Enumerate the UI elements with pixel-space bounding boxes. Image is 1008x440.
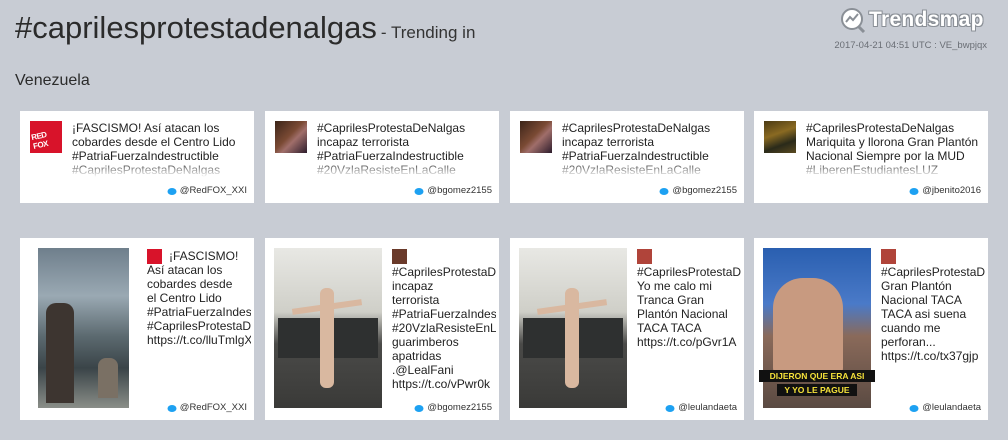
avatar (520, 121, 552, 153)
tweet-photo[interactable] (274, 248, 382, 408)
banner-line-1: DIJERON QUE ERA ASI (759, 370, 875, 382)
tweet-author[interactable]: @leulandaeta (909, 402, 981, 413)
twitter-bird-icon (909, 187, 919, 195)
author-handle: @leulandaeta (922, 402, 981, 413)
title-suffix: - Trending in (380, 23, 476, 42)
tweet-text: ¡FASCISMO! Así atacan los cobardes desde… (147, 249, 251, 347)
tweet-photo[interactable]: DIJERON QUE ERA ASI Y YO LE PAGUE (759, 248, 875, 408)
avatar (275, 121, 307, 153)
tweet-card[interactable]: DIJERON QUE ERA ASI Y YO LE PAGUE #Capri… (754, 238, 988, 420)
author-handle: @leulandaeta (678, 402, 737, 413)
author-handle: @bgomez2155 (427, 402, 492, 413)
tweet-text: #CaprilesProtestaDeNalgas Gran Plantón N… (881, 265, 985, 363)
page-title: #caprilesprotestadenalgas - Trending in (15, 10, 475, 46)
author-handle: @bgomez2155 (427, 185, 492, 196)
banner-line-2: Y YO LE PAGUE (777, 384, 857, 396)
tweet-card[interactable]: #CaprilesProtestaDeNalgas incapaz terror… (510, 111, 744, 203)
tweet-author[interactable]: @bgomez2155 (411, 402, 492, 413)
trendsmap-brand[interactable]: Trendsmap (840, 7, 984, 33)
brand-name: Trendsmap (869, 8, 984, 31)
tweet-card[interactable]: #CaprilesProtestaDeNalgas incapaz terror… (265, 238, 499, 420)
tweet-author[interactable]: @bgomez2155 (414, 185, 492, 196)
tweet-photo[interactable] (519, 248, 627, 408)
avatar-logo-text: RED FOX (30, 130, 49, 151)
avatar (764, 121, 796, 153)
avatar (637, 249, 652, 264)
twitter-bird-icon (167, 187, 177, 195)
twitter-bird-icon (909, 404, 919, 412)
tweet-text: #CaprilesProtestaDeNalgas incapaz terror… (392, 265, 496, 391)
author-handle: @RedFOX_XXI (179, 185, 247, 196)
twitter-bird-icon (167, 404, 177, 412)
tweet-author[interactable]: @bgomez2155 (659, 185, 737, 196)
avatar: RED FOX (30, 121, 62, 153)
twitter-bird-icon (414, 187, 424, 195)
twitter-bird-icon (659, 187, 669, 195)
twitter-bird-icon (414, 404, 424, 412)
tweet-card[interactable]: #CaprilesProtestaDeNalgas incapaz terror… (265, 111, 499, 203)
author-handle: @bgomez2155 (672, 185, 737, 196)
hashtag-title[interactable]: #caprilesprotestadenalgas (15, 10, 377, 45)
tweet-card[interactable]: ¡FASCISMO! Así atacan los cobardes desde… (20, 238, 254, 420)
tweet-card[interactable]: #CaprilesProtestaDeNalgas Yo me calo mi … (510, 238, 744, 420)
tweet-photo[interactable] (38, 248, 129, 408)
tweet-text: #CaprilesProtestaDeNalgas Yo me calo mi … (637, 265, 741, 349)
avatar (881, 249, 896, 264)
tweet-author[interactable]: @RedFOX_XXI (167, 402, 247, 413)
location-label: Venezuela (15, 72, 90, 89)
tweet-card[interactable]: RED FOX ¡FASCISMO! Así atacan los cobard… (20, 111, 254, 203)
avatar (392, 249, 407, 264)
author-handle: @jbenito2016 (922, 185, 981, 196)
tweet-card[interactable]: #CaprilesProtestaDeNalgas Mariquita y ll… (754, 111, 988, 203)
twitter-bird-icon (665, 404, 675, 412)
trendsmap-logo-icon (841, 8, 866, 33)
tweet-author[interactable]: @jbenito2016 (909, 185, 981, 196)
timestamp: 2017-04-21 04:51 UTC : VE_bwpjqx (834, 40, 987, 51)
tweet-author[interactable]: @RedFOX_XXI (167, 185, 247, 196)
tweet-author[interactable]: @leulandaeta (665, 402, 737, 413)
author-handle: @RedFOX_XXI (179, 402, 247, 413)
